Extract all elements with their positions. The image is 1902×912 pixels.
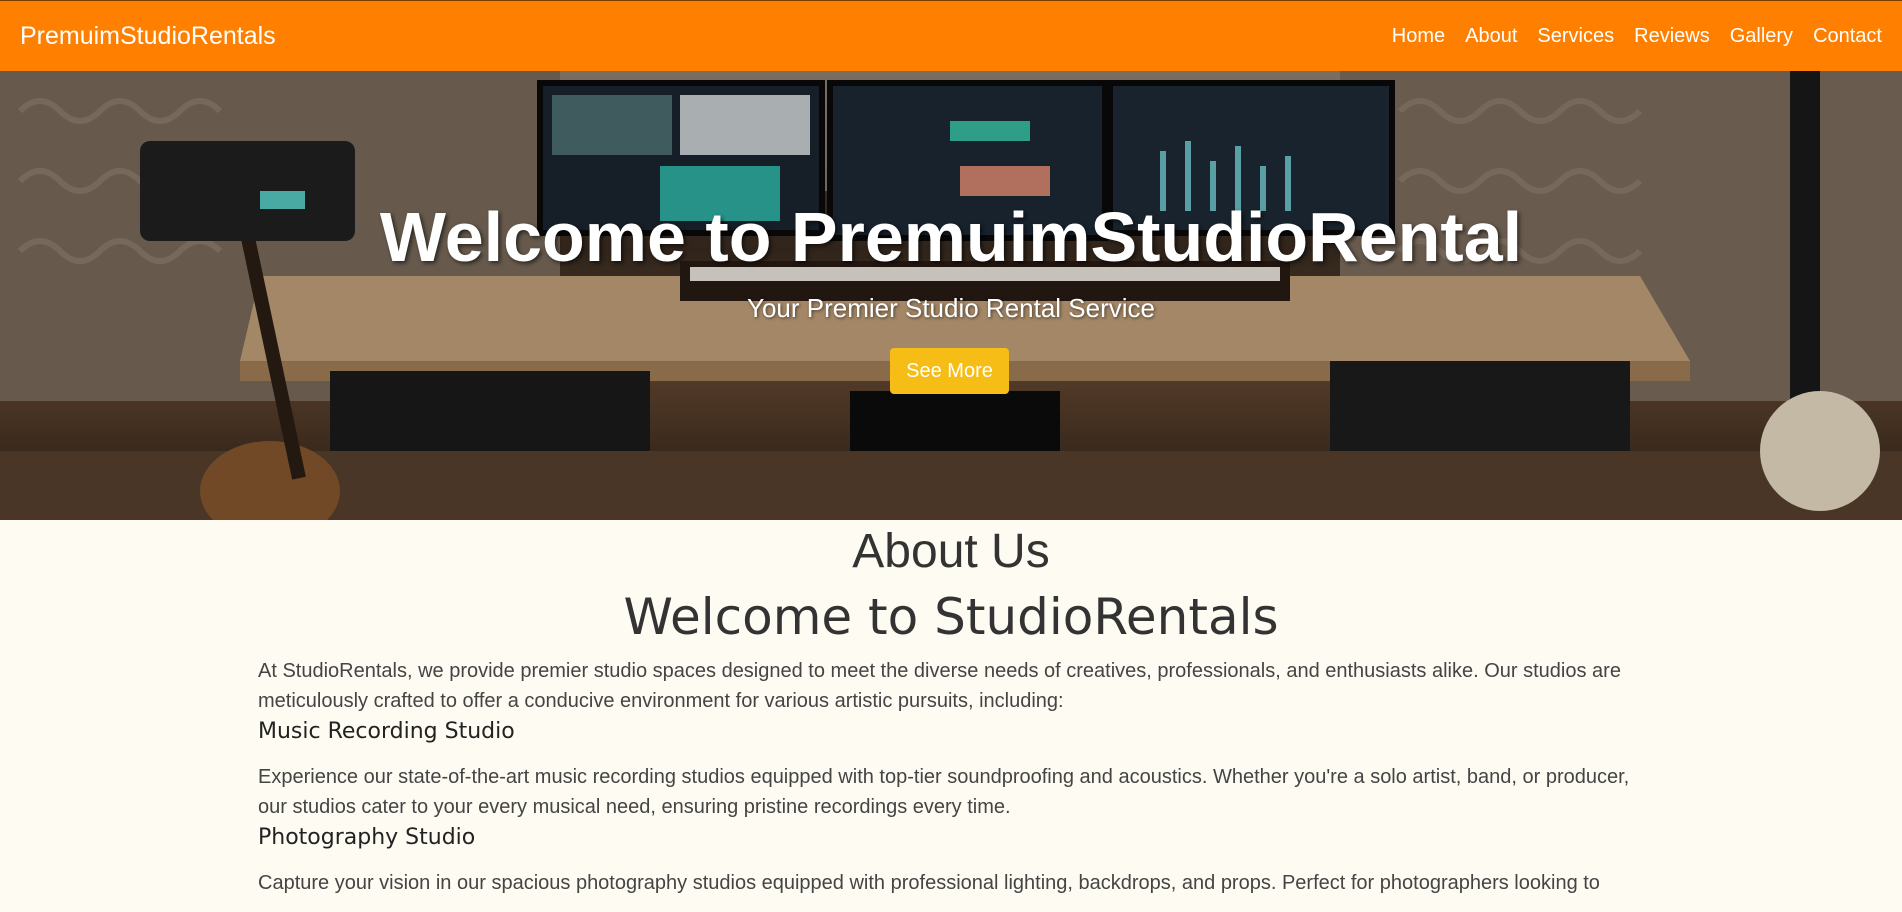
- hero-title: Welcome to PremuimStudioRental: [379, 198, 1523, 276]
- nav-link-services[interactable]: Services: [1537, 25, 1614, 48]
- hero-section: Welcome to PremuimStudioRental Your Prem…: [0, 71, 1902, 520]
- section-title-music: Music Recording Studio: [258, 719, 515, 744]
- nav-link-home[interactable]: Home: [1392, 25, 1445, 48]
- nav-link-contact[interactable]: Contact: [1813, 25, 1882, 48]
- about-subheading: Welcome to StudioRentals: [623, 588, 1279, 646]
- brand-logo-link[interactable]: PremuimStudioRentals: [20, 22, 276, 51]
- section-text-music: Experience our state-of-the-art music re…: [258, 766, 1630, 818]
- nav-link-gallery[interactable]: Gallery: [1730, 25, 1793, 48]
- about-content: At StudioRentals, we provide premier stu…: [138, 656, 1764, 898]
- hero-subtitle: Your Premier Studio Rental Service: [746, 293, 1155, 323]
- see-more-button[interactable]: See More: [890, 348, 1009, 394]
- nav-link-about[interactable]: About: [1465, 25, 1517, 48]
- about-intro: At StudioRentals, we provide premier stu…: [258, 660, 1621, 712]
- about-heading: About Us: [852, 525, 1050, 578]
- navbar: PremuimStudioRentals Home About Services…: [0, 0, 1902, 71]
- section-title-photography: Photography Studio: [258, 825, 476, 850]
- nav-links: Home About Services Reviews Gallery Cont…: [1392, 25, 1882, 48]
- about-section: About Us Welcome to StudioRentals At Stu…: [0, 520, 1902, 898]
- nav-link-reviews[interactable]: Reviews: [1634, 25, 1710, 48]
- section-text-photography: Capture your vision in our spacious phot…: [258, 872, 1600, 894]
